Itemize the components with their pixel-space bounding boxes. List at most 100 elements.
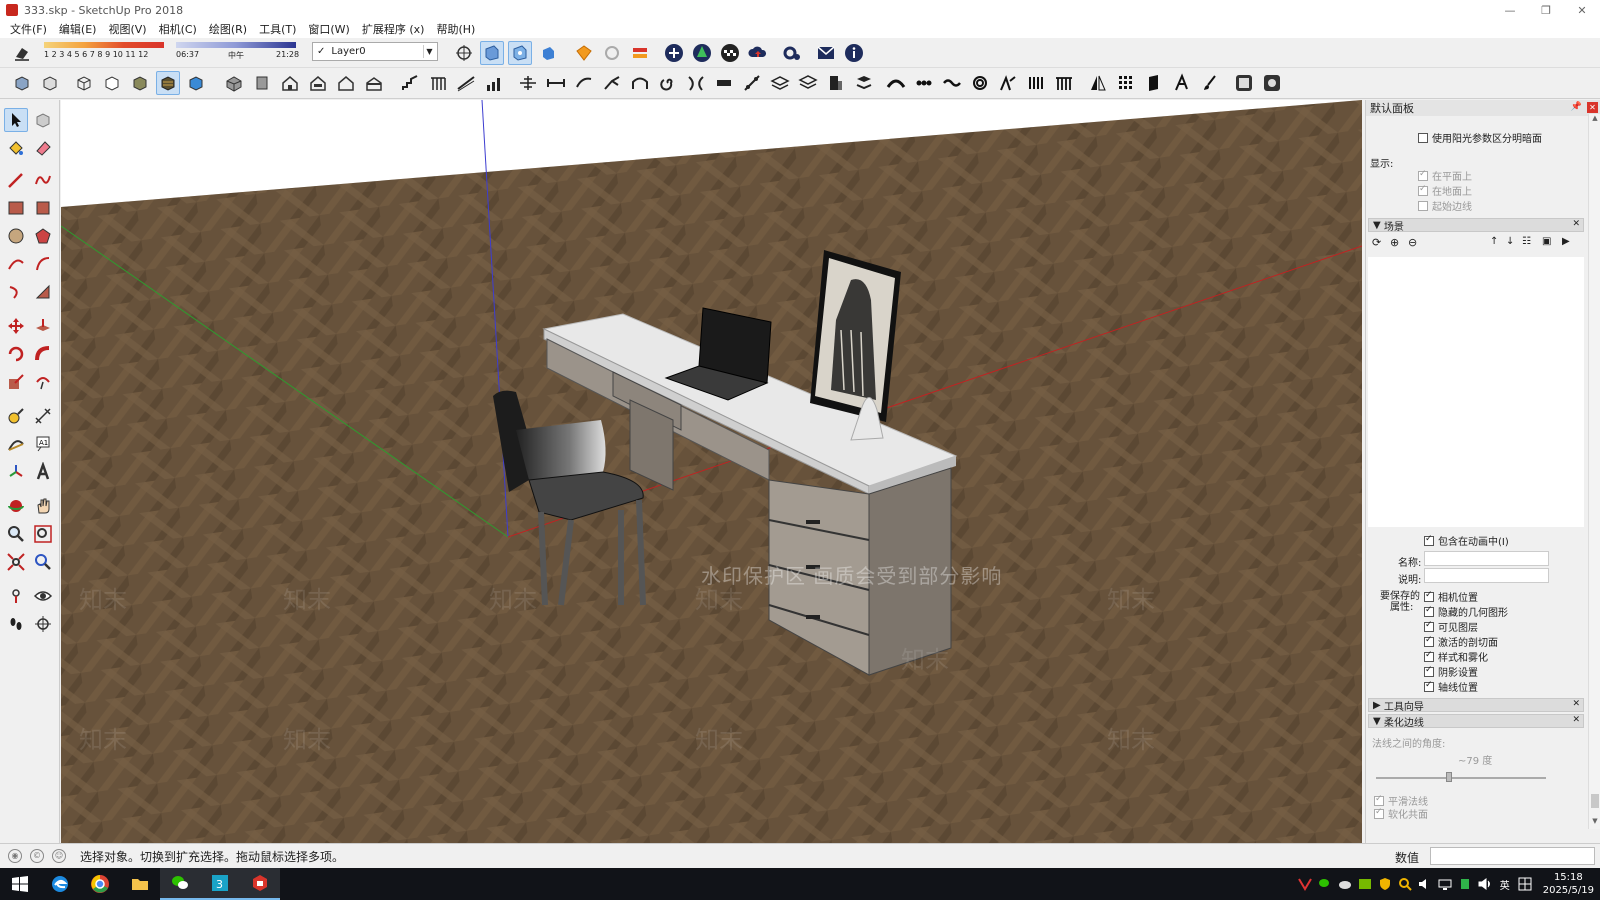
network-tray-icon[interactable] xyxy=(1437,876,1453,892)
restore-button[interactable]: ❐ xyxy=(1528,0,1564,20)
prop-axes-checkbox[interactable]: 轴线位置 xyxy=(1424,679,1478,694)
align-tool-icon[interactable] xyxy=(516,71,540,95)
speaker-tray-icon[interactable] xyxy=(1477,876,1493,892)
cloud-tray-icon[interactable] xyxy=(1337,876,1353,892)
user-icon[interactable]: ☺ xyxy=(52,849,66,863)
ramp-icon[interactable] xyxy=(454,71,478,95)
tape-measure-icon[interactable] xyxy=(4,404,28,428)
wireframe-icon[interactable] xyxy=(72,71,96,95)
menu-edit[interactable]: 编辑(E) xyxy=(53,21,103,37)
menu-window[interactable]: 窗口(W) xyxy=(302,21,355,37)
front-view-icon[interactable] xyxy=(278,71,302,95)
add-icon[interactable] xyxy=(662,41,686,65)
menu-view[interactable]: 视图(V) xyxy=(102,21,152,37)
vector-tray-icon[interactable] xyxy=(1297,876,1313,892)
arch-tool-icon[interactable] xyxy=(628,71,652,95)
volume-tray-icon[interactable] xyxy=(1417,876,1433,892)
model-viewport[interactable]: 知末 知末 知末 知末 知末 知末 知末 知末 知末 知末 水印保护区 画质会受… xyxy=(61,100,1362,843)
display-section-cuts-icon[interactable] xyxy=(508,41,532,65)
measurements-input[interactable] xyxy=(1430,847,1595,865)
look-around-icon[interactable] xyxy=(31,584,55,608)
display-on-ground[interactable]: 在地面上 xyxy=(1418,183,1472,198)
thumbnail-icon[interactable]: ▣ xyxy=(1542,236,1551,247)
close-button[interactable]: ✕ xyxy=(1564,0,1600,20)
menu-draw[interactable]: 绘图(R) xyxy=(203,21,253,37)
arc-extrude-icon[interactable] xyxy=(884,71,908,95)
render-icon[interactable] xyxy=(1232,71,1256,95)
array-icon[interactable] xyxy=(1114,71,1138,95)
monochrome-icon[interactable] xyxy=(184,71,208,95)
weld-tool-icon[interactable] xyxy=(740,71,764,95)
bridge-icon[interactable] xyxy=(1052,71,1076,95)
scroll-thumb[interactable] xyxy=(1591,794,1599,808)
wave-icon[interactable] xyxy=(940,71,964,95)
prop-style-checkbox[interactable]: 样式和雾化 xyxy=(1424,649,1488,664)
position-camera-icon[interactable] xyxy=(4,584,28,608)
section-plane-icon[interactable] xyxy=(452,41,476,65)
spring-icon[interactable] xyxy=(968,71,992,95)
nvidia-tray-icon[interactable] xyxy=(1357,876,1373,892)
eraser-style-icon[interactable] xyxy=(10,41,34,65)
section-fill-icon[interactable] xyxy=(536,41,560,65)
wechat-tray-icon[interactable] xyxy=(1317,876,1333,892)
three-point-arc-icon[interactable] xyxy=(4,280,28,304)
menu-help[interactable]: 帮助(H) xyxy=(430,21,481,37)
chain-icon[interactable] xyxy=(912,71,936,95)
scenes-section-header[interactable]: ▼ 场景 ✕ xyxy=(1368,218,1584,233)
hidden-line-icon[interactable] xyxy=(100,71,124,95)
flatten-icon[interactable] xyxy=(996,71,1020,95)
orbit-tool-icon[interactable] xyxy=(4,494,28,518)
axes-tool-icon[interactable] xyxy=(4,460,28,484)
info-icon[interactable] xyxy=(842,41,866,65)
pin-icon[interactable]: 📌 xyxy=(1571,102,1582,112)
text-tool-icon[interactable]: A1 xyxy=(31,432,55,456)
offset-tool-icon[interactable] xyxy=(31,370,55,394)
walk-tool-icon[interactable] xyxy=(4,612,28,636)
edge-browser-icon[interactable] xyxy=(40,868,80,900)
credits-icon[interactable]: © xyxy=(30,849,44,863)
panel-close-button[interactable]: ✕ xyxy=(1587,102,1598,113)
remove-scene-icon[interactable]: ⊖ xyxy=(1408,236,1417,249)
prop-layers-checkbox[interactable]: 可见图层 xyxy=(1424,619,1478,634)
section-close-icon[interactable]: ✕ xyxy=(1572,715,1580,725)
arc-tool-icon[interactable] xyxy=(4,252,28,276)
brush-icon[interactable] xyxy=(1198,71,1222,95)
component-tool-icon[interactable] xyxy=(31,108,55,132)
add-scene-icon[interactable]: ⊕ xyxy=(1390,236,1399,249)
pen-tool-icon[interactable] xyxy=(1170,71,1194,95)
railing-icon[interactable] xyxy=(426,71,450,95)
columns-icon[interactable] xyxy=(1024,71,1048,95)
extrude-icon[interactable] xyxy=(1142,71,1166,95)
mirror-icon[interactable] xyxy=(1086,71,1110,95)
layers-tool-icon[interactable] xyxy=(768,71,792,95)
protractor-icon[interactable] xyxy=(4,432,28,456)
section-close-icon[interactable]: ✕ xyxy=(1572,219,1580,229)
layer-dropdown[interactable]: ✓ Layer0 ▼ xyxy=(312,42,438,61)
scene-name-field[interactable] xyxy=(1424,551,1549,566)
eraser-icon[interactable] xyxy=(31,136,55,160)
bend-tool-icon[interactable] xyxy=(684,71,708,95)
push-pull-icon[interactable] xyxy=(31,314,55,338)
shadow-date-bar[interactable] xyxy=(44,42,164,48)
left-view-icon[interactable] xyxy=(362,71,386,95)
select-tool-icon[interactable] xyxy=(4,108,28,132)
3d-text-icon[interactable] xyxy=(31,460,55,484)
sync-icon[interactable] xyxy=(600,41,624,65)
extension-warehouse-icon[interactable] xyxy=(628,41,652,65)
mail-icon[interactable] xyxy=(814,41,838,65)
menu-extensions[interactable]: 扩展程序 (x) xyxy=(356,21,431,37)
xray-style-icon[interactable] xyxy=(10,71,34,95)
two-point-arc-icon[interactable] xyxy=(31,252,55,276)
minimize-button[interactable]: — xyxy=(1492,0,1528,20)
cloud-upload-icon[interactable] xyxy=(746,41,770,65)
search-tray-icon[interactable] xyxy=(1397,876,1413,892)
dimension-icon[interactable] xyxy=(31,404,55,428)
chrome-icon[interactable] xyxy=(80,868,120,900)
shaded-icon[interactable] xyxy=(128,71,152,95)
wechat-icon[interactable] xyxy=(160,868,200,900)
zoom-tool-icon[interactable] xyxy=(4,522,28,546)
scroll-down-icon[interactable]: ▼ xyxy=(1589,817,1600,829)
spiral-tool-icon[interactable] xyxy=(656,71,680,95)
shield-tray-icon[interactable] xyxy=(1377,876,1393,892)
render-settings-icon[interactable] xyxy=(1260,71,1284,95)
